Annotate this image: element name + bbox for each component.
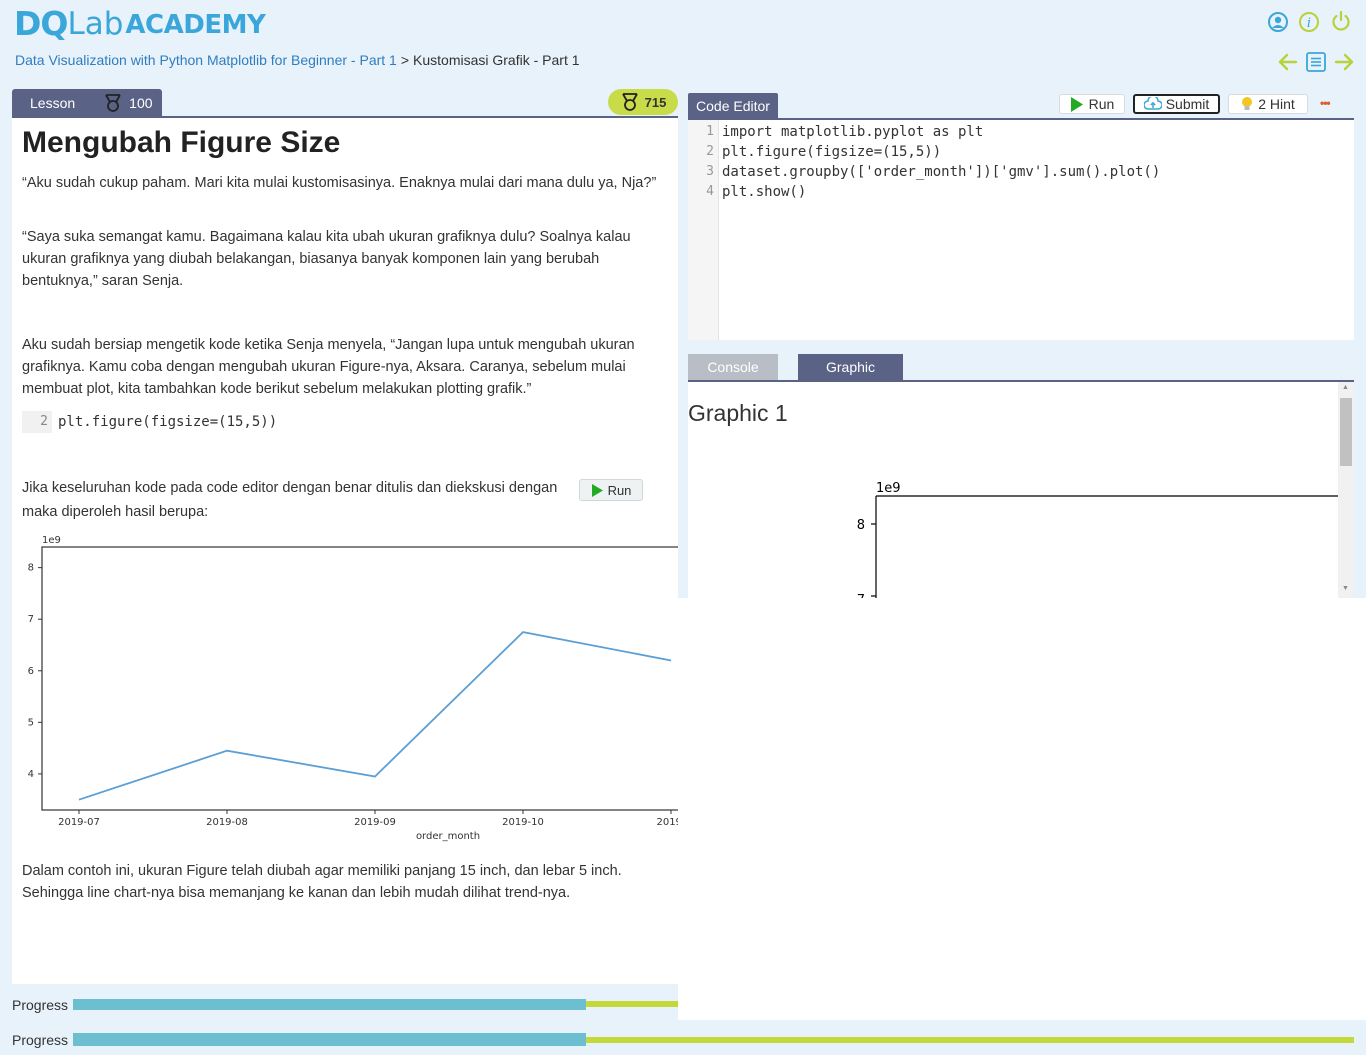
progress-remaining-bar-bottom xyxy=(586,1037,1354,1043)
breadcrumb-current-page: Kustomisasi Grafik - Part 1 xyxy=(413,52,580,68)
lesson-paragraph-5: Dalam contoh ini, ukuran Figure telah di… xyxy=(22,863,622,901)
editor-code-line[interactable]: dataset.groupby(['order_month'])['gmv'].… xyxy=(722,164,1160,180)
dqlab-logo[interactable]: DQ Lab ACADEMY xyxy=(14,4,266,43)
arrow-right-icon[interactable] xyxy=(1333,51,1355,73)
progress-label-bottom: Progress xyxy=(12,1032,69,1048)
scroll-up-arrow-icon[interactable]: ▲ xyxy=(1342,384,1349,391)
hint-button[interactable]: 2 Hint xyxy=(1228,94,1308,114)
chart-xtick-label: 2019-10 xyxy=(502,817,544,828)
editor-line-number: 4 xyxy=(706,184,714,199)
power-icon[interactable] xyxy=(1330,10,1352,32)
chart-axes-frame xyxy=(41,546,678,811)
chart-xtick-label: 2019-07 xyxy=(58,817,100,828)
blank-overlay-area xyxy=(678,598,1366,1020)
arrow-left-icon[interactable] xyxy=(1277,51,1299,73)
info-icon[interactable]: i xyxy=(1298,11,1320,33)
chart-xlabel: order_month xyxy=(416,831,480,842)
lesson-paragraph-4b: maka diperoleh hasil berupa: xyxy=(22,504,209,520)
lesson-points: 100 xyxy=(129,94,153,111)
chart-series-line xyxy=(78,631,672,801)
hint-button-label: 2 Hint xyxy=(1258,96,1295,112)
inline-run-badge: Run xyxy=(579,479,643,501)
play-icon xyxy=(1070,96,1083,112)
scrollbar-thumb[interactable] xyxy=(1340,398,1352,466)
lesson-tab-label: Lesson xyxy=(30,94,76,111)
editor-line-number: 2 xyxy=(706,144,714,159)
editor-line-number: 3 xyxy=(706,164,714,179)
submit-button[interactable]: Submit xyxy=(1133,94,1220,114)
chart-xtick-label: 2019- xyxy=(656,817,678,828)
run-button[interactable]: Run xyxy=(1059,94,1125,114)
editor-code-line[interactable]: plt.show() xyxy=(722,184,806,200)
logo-lab: Lab xyxy=(67,6,124,42)
user-icon[interactable] xyxy=(1267,11,1289,33)
graphic-tab[interactable]: Graphic xyxy=(798,354,903,380)
code-snippet: 2 plt.figure(figsize=(15,5)) xyxy=(22,411,312,433)
medal-icon xyxy=(621,93,638,111)
console-tab[interactable]: Console xyxy=(688,354,778,380)
lesson-paragraph-3: Aku sudah bersiap mengetik kode ketika S… xyxy=(22,337,635,397)
run-button-label: Run xyxy=(1088,96,1115,112)
breadcrumb-course-link[interactable]: Data Visualization with Python Matplotli… xyxy=(15,52,397,68)
plot-tick-label-8: 8 xyxy=(857,518,865,533)
lesson-paragraph-4a: Jika keseluruhan kode pada code editor d… xyxy=(22,480,558,496)
score-value: 715 xyxy=(644,94,667,110)
chart-xtick-label: 2019-09 xyxy=(354,817,396,828)
snippet-line-number: 2 xyxy=(22,411,52,433)
scroll-down-arrow-icon[interactable]: ▼ xyxy=(1342,585,1349,592)
submit-button-label: Submit xyxy=(1165,96,1210,112)
list-icon[interactable] xyxy=(1305,51,1327,73)
graphic-scrollbar[interactable]: ▲ ▼ xyxy=(1338,382,1354,598)
svg-text:i: i xyxy=(1307,16,1311,31)
more-options-icon[interactable]: ••• xyxy=(1320,96,1331,110)
plot-offset-label: 1e9 xyxy=(876,481,901,496)
editor-code-line[interactable]: import matplotlib.pyplot as plt xyxy=(722,124,983,140)
editor-line-number: 1 xyxy=(706,124,714,139)
lesson-tab[interactable]: Lesson 100 xyxy=(12,89,162,116)
breadcrumb: Data Visualization with Python Matplotli… xyxy=(15,52,580,68)
example-line-chart: 1e9 4 5 6 7 8 2019-07 2019-08 2019-09 2019-10 2019… xyxy=(28,535,678,842)
chart-ytick-label: 6 xyxy=(28,666,34,677)
progress-done-bar-bottom xyxy=(73,1033,586,1046)
progress-remaining-bar xyxy=(586,1001,678,1007)
chart-ytick-label: 7 xyxy=(28,614,34,625)
chart-ytick-label: 5 xyxy=(28,717,34,728)
chart-ytick-label: 8 xyxy=(28,563,34,574)
snippet-code: plt.figure(figsize=(15,5)) xyxy=(58,414,278,430)
code-editor[interactable]: 1 2 3 4 import matplotlib.pyplot as plt … xyxy=(688,120,1354,340)
logo-dq: DQ xyxy=(14,4,68,43)
editor-code-line[interactable]: plt.figure(figsize=(15,5)) xyxy=(722,144,941,160)
chart-offset-label: 1e9 xyxy=(42,535,61,546)
lesson-paragraph-1: “Aku sudah cukup paham. Mari kita mulai … xyxy=(22,175,657,191)
medal-icon xyxy=(105,93,121,112)
lesson-title: Mengubah Figure Size xyxy=(22,126,341,159)
progress-done-bar xyxy=(73,999,586,1010)
chart-xtick-label: 2019-08 xyxy=(206,817,248,828)
upload-cloud-icon xyxy=(1143,97,1162,110)
inline-run-label: Run xyxy=(607,482,632,498)
progress-label: Progress xyxy=(12,997,69,1013)
score-badge: 715 xyxy=(608,89,678,115)
lightbulb-icon xyxy=(1242,97,1253,110)
graphic-plot: 1e9 8 7 xyxy=(857,481,1338,598)
play-icon xyxy=(591,483,603,497)
graphic-output-panel: Graphic 1 1e9 8 7 xyxy=(688,382,1338,598)
lesson-paragraph-2: “Saya suka semangat kamu. Bagaimana kala… xyxy=(22,229,631,289)
chart-ytick-label: 4 xyxy=(28,769,34,780)
code-editor-tab[interactable]: Code Editor xyxy=(688,93,778,118)
logo-academy: ACADEMY xyxy=(125,10,266,40)
breadcrumb-separator: > xyxy=(400,52,410,68)
